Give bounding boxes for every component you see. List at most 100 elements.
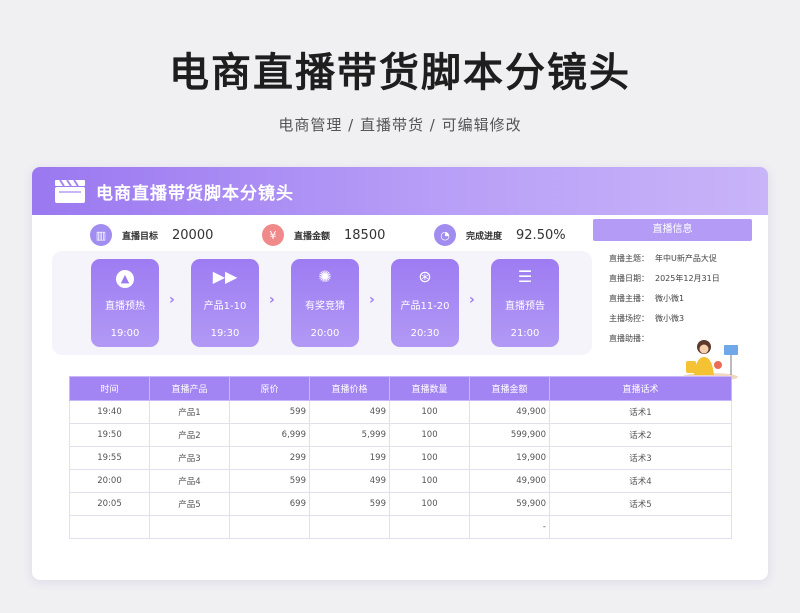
chevron-right-icon: › — [469, 292, 475, 308]
stat-value: 20000 — [172, 227, 214, 243]
table-cell[interactable] — [149, 515, 230, 539]
info-key: 直播主题： — [609, 254, 649, 263]
flow-step-label: 有奖竞猜 — [305, 301, 345, 312]
table-cell[interactable] — [549, 515, 732, 539]
column-header[interactable]: 直播产品 — [149, 376, 230, 401]
column-header[interactable]: 直播金额 — [469, 376, 550, 401]
table-cell[interactable]: 产品2 — [149, 423, 230, 447]
table-cell[interactable]: 100 — [389, 423, 470, 447]
flow-step-time: 19:00 — [110, 328, 140, 339]
table-cell[interactable]: 499 — [309, 469, 390, 493]
flow-step-2[interactable]: ▶▶ 产品1-10 19:30 — [191, 259, 259, 347]
table-cell[interactable]: 产品3 — [149, 446, 230, 470]
table-cell[interactable]: 产品5 — [149, 492, 230, 516]
flow-step-4[interactable]: ⊛ 产品11-20 20:30 — [391, 259, 459, 347]
card-title: 电商直播带货脚本分镜头 — [96, 184, 294, 204]
table-cell[interactable] — [69, 515, 150, 539]
table-cell[interactable]: 100 — [389, 400, 470, 424]
table-cell[interactable]: 19:50 — [69, 423, 150, 447]
info-value: 年中U新产品大促 — [655, 254, 717, 263]
live-flow: ▲ 直播预热 19:00 › ▶▶ 产品1-10 19:30 › ✺ 有奖竞猜 … — [52, 251, 592, 355]
table-cell[interactable]: 100 — [389, 469, 470, 493]
info-row-theme: 直播主题： 年中U新产品大促 — [609, 253, 717, 264]
table-cell[interactable]: 499 — [309, 400, 390, 424]
table-cell[interactable]: 100 — [389, 446, 470, 470]
info-key: 主播场控： — [609, 314, 649, 323]
film-reel-icon: ⊛ — [418, 267, 432, 286]
table-header-row: 时间 直播产品 原价 直播价格 直播数量 直播金额 直播话术 — [69, 376, 732, 401]
flow-step-5[interactable]: ☰ 直播预告 21:00 — [491, 259, 559, 347]
column-header[interactable]: 直播价格 — [309, 376, 390, 401]
table-cell[interactable]: 话术4 — [549, 469, 732, 493]
info-row-control: 主播场控： 微小微3 — [609, 313, 684, 324]
chevron-right-icon: › — [269, 292, 275, 308]
flow-step-time: 19:30 — [210, 328, 240, 339]
info-value: 微小微3 — [655, 314, 685, 323]
table-cell[interactable]: 话术5 — [549, 492, 732, 516]
table-cell[interactable]: 59,900 — [469, 492, 550, 516]
stat-value: 92.50% — [516, 227, 566, 243]
clapperboard-icon — [55, 179, 85, 203]
info-key: 直播助播： — [609, 334, 649, 343]
table-cell[interactable]: - — [469, 515, 550, 539]
table-cell[interactable]: 话术2 — [549, 423, 732, 447]
money-icon: ¥ — [262, 224, 284, 246]
flow-step-1[interactable]: ▲ 直播预热 19:00 — [91, 259, 159, 347]
table-cell[interactable]: 19:40 — [69, 400, 150, 424]
table-cell[interactable] — [309, 515, 390, 539]
fast-forward-icon: ▶▶ — [212, 267, 238, 286]
card-header: 电商直播带货脚本分镜头 — [32, 167, 768, 215]
info-title: 直播信息 — [593, 219, 752, 241]
chevron-right-icon: › — [169, 292, 175, 308]
table-cell[interactable]: 599 — [229, 400, 310, 424]
aperture-icon: ✺ — [318, 267, 332, 286]
table-cell[interactable]: 19,900 — [469, 446, 550, 470]
table-cell[interactable]: 产品1 — [149, 400, 230, 424]
script-card: 电商直播带货脚本分镜头 ▥ 直播目标 20000 ¥ 直播金额 18500 ◔ … — [32, 167, 768, 580]
table-cell[interactable]: 599 — [229, 469, 310, 493]
table-cell[interactable]: 299 — [229, 446, 310, 470]
column-header[interactable]: 原价 — [229, 376, 310, 401]
table-row: 19:55 产品3 299 199 100 19,900 话术3 — [69, 446, 732, 470]
upload-icon: ▲ — [91, 268, 159, 288]
table-cell[interactable]: 49,900 — [469, 400, 550, 424]
table-cell[interactable]: 19:55 — [69, 446, 150, 470]
page-subtitle: 电商管理 / 直播带货 / 可编辑修改 — [278, 116, 522, 134]
info-row-assistant: 直播助播： — [609, 333, 655, 344]
table-cell[interactable]: 话术1 — [549, 400, 732, 424]
table-cell[interactable]: 599,900 — [469, 423, 550, 447]
table-cell[interactable]: 599 — [309, 492, 390, 516]
table-cell[interactable]: 699 — [229, 492, 310, 516]
info-key: 直播日期： — [609, 274, 649, 283]
flow-step-time: 20:30 — [410, 328, 440, 339]
table-cell[interactable]: 20:05 — [69, 492, 150, 516]
info-value: 微小微1 — [655, 294, 685, 303]
table-cell[interactable]: 20:00 — [69, 469, 150, 493]
table-row: 20:00 产品4 599 499 100 49,900 话术4 — [69, 469, 732, 493]
streamer-illustration — [682, 340, 738, 381]
table-cell[interactable]: 49,900 — [469, 469, 550, 493]
table-row: 20:05 产品5 699 599 100 59,900 话术5 — [69, 492, 732, 516]
flow-step-label: 直播预告 — [505, 301, 545, 312]
info-row-host: 直播主播： 微小微1 — [609, 293, 684, 304]
table-cell[interactable] — [229, 515, 310, 539]
table-cell[interactable]: 6,999 — [229, 423, 310, 447]
menu-icon: ☰ — [517, 267, 533, 286]
table-cell[interactable] — [389, 515, 470, 539]
stat-amount: ¥ 直播金额 18500 — [262, 223, 385, 247]
flow-step-label: 产品11-20 — [400, 301, 450, 312]
table-cell[interactable]: 5,999 — [309, 423, 390, 447]
stat-value: 18500 — [344, 227, 386, 243]
column-header[interactable]: 时间 — [69, 376, 150, 401]
table-cell[interactable]: 话术3 — [549, 446, 732, 470]
column-header[interactable]: 直播话术 — [549, 376, 732, 401]
column-header[interactable]: 直播数量 — [389, 376, 470, 401]
table-row: - — [69, 515, 732, 539]
table-cell[interactable]: 产品4 — [149, 469, 230, 493]
flow-step-time: 20:00 — [310, 328, 340, 339]
progress-icon: ◔ — [434, 224, 456, 246]
table-cell[interactable]: 199 — [309, 446, 390, 470]
flow-step-3[interactable]: ✺ 有奖竞猜 20:00 — [291, 259, 359, 347]
table-cell[interactable]: 100 — [389, 492, 470, 516]
table-row: 19:50 产品2 6,999 5,999 100 599,900 话术2 — [69, 423, 732, 447]
